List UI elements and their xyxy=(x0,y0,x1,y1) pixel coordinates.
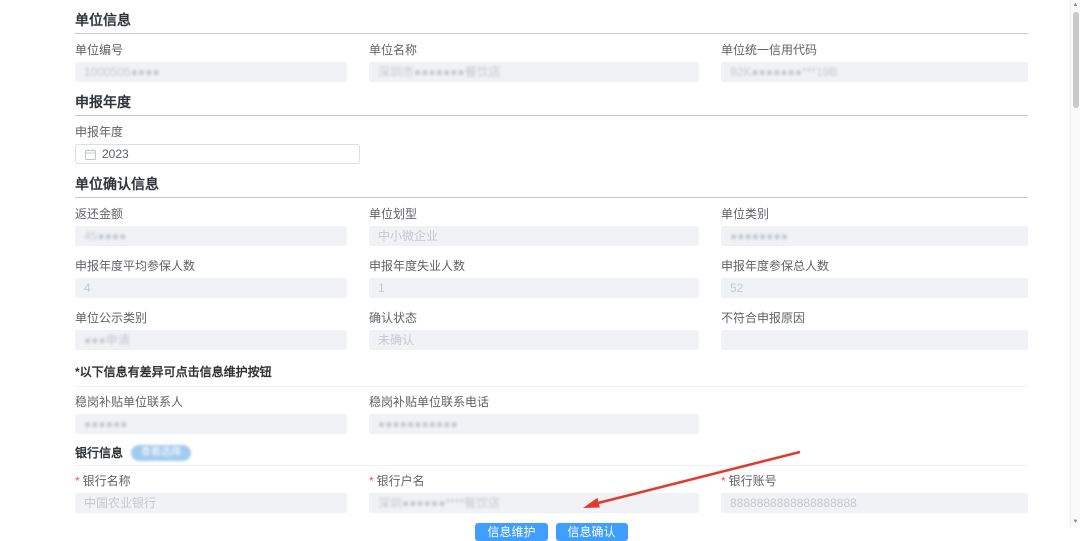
confirm-status-input[interactable]: 未确认 xyxy=(369,330,699,350)
section-title-confirm-info: 单位确认信息 xyxy=(75,177,1028,198)
calendar-icon xyxy=(85,149,96,160)
unemployed-count-value: 1 xyxy=(378,281,385,295)
unit-no-value: 1000505●●●● xyxy=(84,65,160,79)
contact-person-value: ●●●●●● xyxy=(84,417,128,431)
bank-info-header: 银行信息 查看选择 xyxy=(75,444,1028,461)
unit-category-input[interactable]: ●●●●●●●● xyxy=(721,226,1028,246)
declare-year-label: 申报年度 xyxy=(75,126,347,138)
info-confirm-button[interactable]: 信息确认 xyxy=(556,523,628,541)
total-insured-input[interactable]: 52 xyxy=(721,278,1028,298)
unit-name-value: 深圳市●●●●●●●餐饮店 xyxy=(378,65,501,79)
contact-phone-value: ●●●●●●●●●●● xyxy=(378,417,458,431)
field-credit-code: 单位统一信用代码 92K●●●●●●●***19B xyxy=(721,44,1028,82)
action-bar: 信息维护 信息确认 xyxy=(75,523,1028,541)
section-title-unit-info: 单位信息 xyxy=(75,13,1028,34)
account-name-label: *银行户名 xyxy=(369,475,699,487)
avg-insured-label: 申报年度平均参保人数 xyxy=(75,260,347,272)
scroll-down-icon[interactable]: ▼ xyxy=(1073,517,1079,527)
declare-year-grid: 申报年度 2023 xyxy=(75,126,1028,164)
declare-year-value: 2023 xyxy=(102,144,129,164)
bank-name-input[interactable]: 中国农业银行 xyxy=(75,493,347,513)
account-no-label: *银行账号 xyxy=(721,475,1028,487)
subsidy-confirmation-page: 单位信息 单位编号 1000505●●●● 单位名称 深圳市●●●●●●●餐饮店… xyxy=(0,0,1080,527)
refund-amount-label: 返还金额 xyxy=(75,208,347,220)
avg-insured-value: 4 xyxy=(84,281,91,295)
unemployed-count-input[interactable]: 1 xyxy=(369,278,699,298)
scroll-up-icon[interactable]: ▲ xyxy=(1073,0,1079,10)
field-unit-name: 单位名称 深圳市●●●●●●●餐饮店 xyxy=(369,44,699,82)
refund-amount-value: 45●●●● xyxy=(84,229,126,243)
scrollbar[interactable]: ▲ ▼ xyxy=(1070,0,1080,527)
account-no-input[interactable]: 8888888888888888888 xyxy=(721,493,1028,513)
required-mark: * xyxy=(721,474,726,488)
field-contact-person: 稳岗补贴单位联系人 ●●●●●● xyxy=(75,396,347,434)
field-refund-amount: 返还金额 45●●●● xyxy=(75,208,347,246)
reject-reason-label: 不符合申报原因 xyxy=(721,312,1028,324)
public-category-input[interactable]: ●●●申请 xyxy=(75,330,347,350)
confirm-status-label: 确认状态 xyxy=(369,312,699,324)
field-public-category: 单位公示类别 ●●●申请 xyxy=(75,312,347,350)
unit-scale-label: 单位划型 xyxy=(369,208,699,220)
contact-phone-label: 稳岗补贴单位联系电话 xyxy=(369,396,699,408)
field-confirm-status: 确认状态 未确认 xyxy=(369,312,699,350)
unemployed-count-label: 申报年度失业人数 xyxy=(369,260,699,272)
account-no-value: 8888888888888888888 xyxy=(730,496,857,510)
public-category-label: 单位公示类别 xyxy=(75,312,347,324)
contact-grid: 稳岗补贴单位联系人 ●●●●●● 稳岗补贴单位联系电话 ●●●●●●●●●●● xyxy=(75,396,1028,434)
bank-select-badge[interactable]: 查看选择 xyxy=(131,445,191,461)
field-avg-insured: 申报年度平均参保人数 4 xyxy=(75,260,347,298)
total-insured-value: 52 xyxy=(730,281,743,295)
field-account-name: *银行户名 深圳●●●●●●****餐饮店 xyxy=(369,475,699,513)
info-maintain-button[interactable]: 信息维护 xyxy=(475,523,547,541)
field-bank-name: *银行名称 中国农业银行 xyxy=(75,475,347,513)
bank-grid: *银行名称 中国农业银行 *银行户名 深圳●●●●●●****餐饮店 *银行账号… xyxy=(75,475,1028,513)
field-contact-phone: 稳岗补贴单位联系电话 ●●●●●●●●●●● xyxy=(369,396,699,434)
required-mark: * xyxy=(369,474,374,488)
scrollbar-thumb[interactable] xyxy=(1073,12,1079,108)
credit-code-value: 92K●●●●●●●***19B xyxy=(730,65,837,79)
declare-year-input[interactable]: 2023 xyxy=(75,144,360,164)
credit-code-input[interactable]: 92K●●●●●●●***19B xyxy=(721,62,1028,82)
unit-scale-value: 中小微企业 xyxy=(378,229,438,243)
bank-info-title: 银行信息 xyxy=(75,444,123,461)
bank-name-label: *银行名称 xyxy=(75,475,347,487)
unit-name-label: 单位名称 xyxy=(369,44,699,56)
account-name-input[interactable]: 深圳●●●●●●****餐饮店 xyxy=(369,493,699,513)
required-mark: * xyxy=(75,474,80,488)
field-account-no: *银行账号 8888888888888888888 xyxy=(721,475,1028,513)
field-declare-year: 申报年度 2023 xyxy=(75,126,347,164)
divider xyxy=(75,386,1028,387)
account-name-value: 深圳●●●●●●****餐饮店 xyxy=(378,496,500,510)
confirm-status-value: 未确认 xyxy=(378,333,414,347)
maintenance-note: *以下信息有差异可点击信息维护按钮 xyxy=(75,363,1028,380)
unit-no-input[interactable]: 1000505●●●● xyxy=(75,62,347,82)
avg-insured-input[interactable]: 4 xyxy=(75,278,347,298)
contact-person-input[interactable]: ●●●●●● xyxy=(75,414,347,434)
field-total-insured: 申报年度参保总人数 52 xyxy=(721,260,1028,298)
divider xyxy=(75,465,1028,466)
field-reject-reason: 不符合申报原因 xyxy=(721,312,1028,350)
total-insured-label: 申报年度参保总人数 xyxy=(721,260,1028,272)
unit-info-grid: 单位编号 1000505●●●● 单位名称 深圳市●●●●●●●餐饮店 单位统一… xyxy=(75,44,1028,82)
unit-no-label: 单位编号 xyxy=(75,44,347,56)
unit-name-input[interactable]: 深圳市●●●●●●●餐饮店 xyxy=(369,62,699,82)
field-unemployed-count: 申报年度失业人数 1 xyxy=(369,260,699,298)
field-unit-scale: 单位划型 中小微企业 xyxy=(369,208,699,246)
section-title-declare-year: 申报年度 xyxy=(75,95,1028,116)
unit-scale-input[interactable]: 中小微企业 xyxy=(369,226,699,246)
confirm-info-grid: 返还金额 45●●●● 单位划型 中小微企业 单位类别 ●●●●●●●● xyxy=(75,208,1028,350)
contact-person-label: 稳岗补贴单位联系人 xyxy=(75,396,347,408)
credit-code-label: 单位统一信用代码 xyxy=(721,44,1028,56)
field-unit-no: 单位编号 1000505●●●● xyxy=(75,44,347,82)
unit-category-label: 单位类别 xyxy=(721,208,1028,220)
contact-phone-input[interactable]: ●●●●●●●●●●● xyxy=(369,414,699,434)
unit-category-value: ●●●●●●●● xyxy=(730,229,788,243)
reject-reason-input[interactable] xyxy=(721,330,1028,350)
public-category-value: ●●●申请 xyxy=(84,333,130,347)
field-unit-category: 单位类别 ●●●●●●●● xyxy=(721,208,1028,246)
refund-amount-input[interactable]: 45●●●● xyxy=(75,226,347,246)
bank-name-value: 中国农业银行 xyxy=(84,496,156,510)
